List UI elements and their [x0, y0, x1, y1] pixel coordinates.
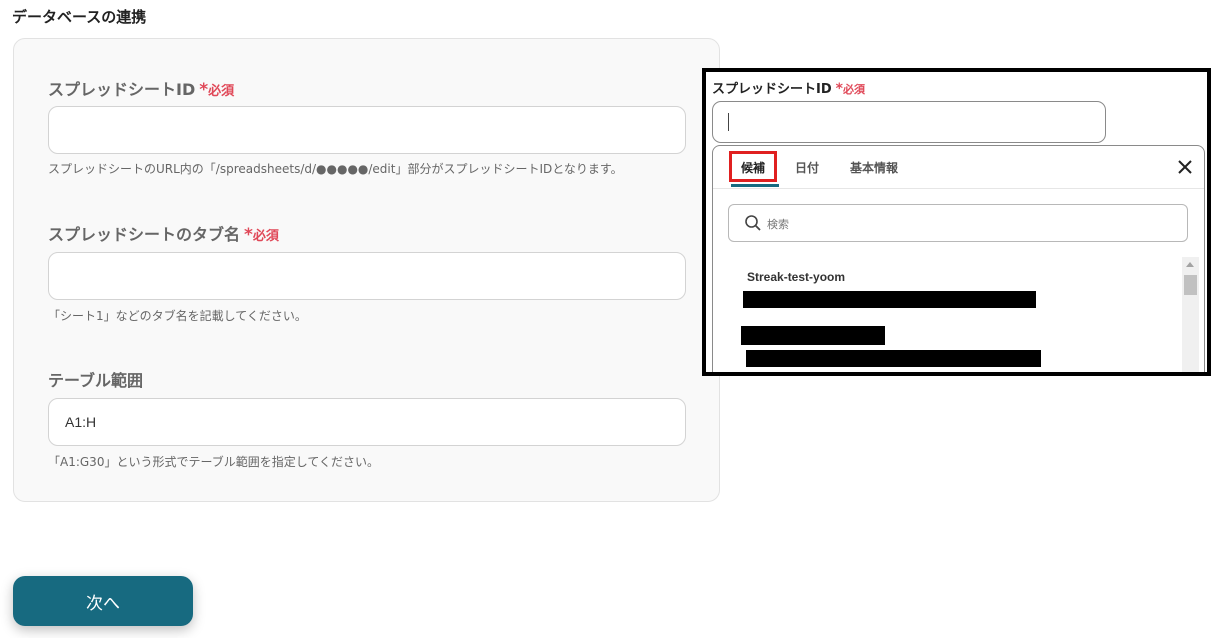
form-card: スプレッドシートID *必須 スプレッドシートのURL内の「/spreadshee… — [13, 38, 720, 502]
tab-date[interactable]: 日付 — [795, 159, 819, 176]
results-scrollbar[interactable] — [1182, 257, 1199, 372]
scroll-thumb[interactable] — [1184, 275, 1197, 295]
tab-name-input[interactable] — [48, 252, 686, 300]
spreadsheet-id-label-text: スプレッドシートID — [48, 80, 196, 99]
tab-basic-info[interactable]: 基本情報 — [850, 159, 898, 176]
search-input[interactable] — [765, 211, 1169, 237]
inset-spreadsheet-id-label: スプレッドシートID *必須 — [712, 78, 865, 97]
redacted-block — [741, 326, 885, 345]
required-marker: *必須 — [244, 225, 279, 245]
required-marker: *必須 — [199, 80, 235, 100]
dropdown-tabs: 候補 日付 基本情報 — [713, 146, 1204, 189]
spreadsheet-id-input[interactable] — [48, 106, 686, 154]
tab-candidates[interactable]: 候補 — [741, 159, 765, 176]
required-star: * — [199, 80, 209, 100]
close-icon[interactable] — [1174, 156, 1196, 178]
spreadsheet-id-help: スプレッドシートのURL内の「/spreadsheets/d/●●●●●/edi… — [48, 162, 623, 176]
inset-spreadsheet-id-input[interactable] — [712, 101, 1106, 143]
active-tab-underline — [731, 184, 779, 187]
required-marker: *必須 — [835, 81, 865, 97]
zoom-inset-panel: スプレッドシートID*必須 候補 日付 基本情報 Streak-test-yoo… — [702, 68, 1211, 376]
tab-name-label-text: スプレッドシートのタブ名 — [48, 225, 241, 244]
required-text: 必須 — [208, 84, 235, 99]
search-icon — [745, 215, 761, 231]
required-text: 必須 — [252, 229, 279, 244]
redacted-block — [746, 350, 1041, 367]
scroll-up-arrow-icon[interactable] — [1186, 262, 1194, 267]
required-text: 必須 — [842, 83, 865, 96]
redacted-block — [743, 291, 1036, 308]
next-button[interactable]: 次へ — [13, 576, 193, 626]
inset-label-text: スプレッドシートID — [712, 82, 832, 97]
table-range-help: 「A1:G30」という形式でテーブル範囲を指定してください。 — [48, 455, 380, 469]
search-box[interactable] — [728, 204, 1188, 242]
required-star: * — [244, 225, 253, 245]
table-range-label: テーブル範囲 — [48, 371, 144, 390]
table-range-input[interactable] — [48, 398, 686, 446]
tab-name-label: スプレッドシートのタブ名 *必須 — [48, 221, 279, 245]
section-title: データベースの連携 — [12, 8, 147, 26]
tab-name-help: 「シート1」などのタブ名を記載してください。 — [48, 309, 307, 323]
result-item-name[interactable]: Streak-test-yoom — [747, 270, 845, 284]
required-star: * — [835, 81, 843, 97]
text-caret — [728, 113, 729, 131]
suggestion-dropdown: 候補 日付 基本情報 Streak-test-yoom — [712, 145, 1205, 372]
spreadsheet-id-label: スプレッドシートID *必須 — [48, 76, 234, 100]
